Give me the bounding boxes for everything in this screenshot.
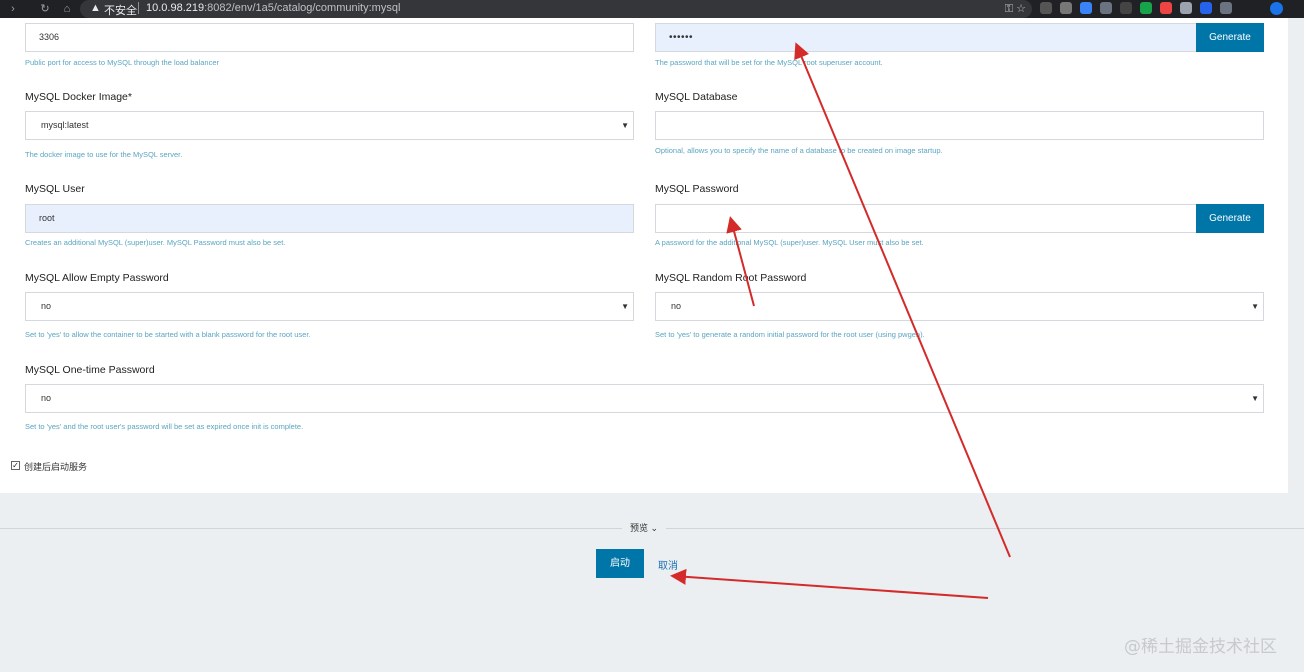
database-label: MySQL Database: [655, 91, 738, 103]
url-separator: [138, 2, 139, 14]
extension-icon[interactable]: [1160, 2, 1172, 14]
docker-image-value: mysql:latest: [41, 120, 89, 130]
public-port-help: Public port for access to MySQL through …: [25, 58, 219, 67]
extension-icon[interactable]: [1060, 2, 1072, 14]
chevron-down-icon: ▼: [621, 121, 629, 130]
launch-button[interactable]: 启动: [596, 549, 644, 578]
extension-icon[interactable]: [1140, 2, 1152, 14]
mysql-user-help: Creates an additional MySQL (super)user.…: [25, 238, 286, 247]
database-help: Optional, allows you to specify the name…: [655, 146, 943, 155]
database-input[interactable]: [655, 111, 1264, 140]
onetime-password-label: MySQL One-time Password: [25, 364, 155, 376]
preview-toggle[interactable]: 预览 ⌄: [622, 521, 667, 534]
allow-empty-password-label: MySQL Allow Empty Password: [25, 272, 169, 284]
onetime-password-help: Set to 'yes' and the root user's passwor…: [25, 422, 304, 431]
url-text[interactable]: 10.0.98.219:8082/env/1a5/catalog/communi…: [146, 2, 400, 14]
mysql-password-input[interactable]: [655, 204, 1197, 233]
insecure-label[interactable]: 不安全: [104, 2, 137, 18]
cancel-link[interactable]: 取消: [658, 557, 678, 572]
extension-icon[interactable]: [1220, 2, 1232, 14]
onetime-password-select[interactable]: no ▼: [25, 384, 1264, 413]
chevron-down-icon: ▼: [1251, 302, 1259, 311]
extension-icon[interactable]: [1180, 2, 1192, 14]
url-path: :8082/env/1a5/catalog/community:mysql: [204, 2, 401, 14]
catalog-form-panel: 3306 Public port for access to MySQL thr…: [0, 18, 1288, 493]
chevron-down-icon: ⌄: [650, 523, 659, 533]
extension-icon[interactable]: [1040, 2, 1052, 14]
generate-password-button[interactable]: Generate: [1196, 204, 1264, 233]
start-after-create-checkbox[interactable]: ✓: [11, 461, 20, 470]
extension-icon[interactable]: [1120, 2, 1132, 14]
public-port-input[interactable]: 3306: [25, 23, 634, 52]
warning-icon: ▲: [90, 2, 101, 14]
root-password-help: The password that will be set for the My…: [655, 58, 883, 67]
generate-root-password-button[interactable]: Generate: [1196, 23, 1264, 52]
mysql-user-label: MySQL User: [25, 183, 85, 195]
random-root-password-label: MySQL Random Root Password: [655, 272, 807, 284]
start-after-create-label[interactable]: 创建后启动服务: [24, 460, 87, 473]
home-icon[interactable]: ⌂: [60, 2, 74, 16]
allow-empty-password-help: Set to 'yes' to allow the container to b…: [25, 330, 311, 339]
extension-icon[interactable]: [1100, 2, 1112, 14]
random-root-password-select[interactable]: no ▼: [655, 292, 1264, 321]
extension-icon[interactable]: [1080, 2, 1092, 14]
mysql-password-help: A password for the additional MySQL (sup…: [655, 238, 924, 247]
arrow-to-cancel: [670, 568, 989, 599]
browser-toolbar: › ↻ ⌂ ▲ 不安全 10.0.98.219:8082/env/1a5/cat…: [0, 0, 1304, 18]
bookmark-star-icon[interactable]: ⚿ ☆: [1005, 2, 1026, 16]
docker-image-label: MySQL Docker Image*: [25, 91, 132, 103]
forward-icon[interactable]: ›: [6, 2, 20, 16]
extension-icon[interactable]: [1200, 2, 1212, 14]
extension-icons: [1040, 2, 1232, 16]
watermark: @稀土掘金技术社区: [1124, 637, 1277, 657]
preview-label: 预览: [630, 523, 649, 533]
profile-avatar[interactable]: [1270, 2, 1283, 15]
root-password-input[interactable]: ••••••: [655, 23, 1197, 52]
allow-empty-password-select[interactable]: no ▼: [25, 292, 634, 321]
docker-image-select[interactable]: mysql:latest ▼: [25, 111, 634, 140]
mysql-user-input[interactable]: root: [25, 204, 634, 233]
allow-empty-password-value: no: [41, 301, 52, 311]
onetime-password-value: no: [41, 393, 52, 403]
mysql-password-label: MySQL Password: [655, 183, 739, 195]
chevron-down-icon: ▼: [1251, 394, 1259, 403]
address-bar[interactable]: ▲ 不安全 10.0.98.219:8082/env/1a5/catalog/c…: [80, 0, 1032, 18]
docker-image-help: The docker image to use for the MySQL se…: [25, 150, 183, 159]
reload-icon[interactable]: ↻: [38, 2, 52, 16]
url-host: 10.0.98.219: [146, 2, 205, 14]
random-root-password-value: no: [671, 301, 682, 311]
random-root-password-help: Set to 'yes' to generate a random initia…: [655, 330, 925, 339]
chevron-down-icon: ▼: [621, 302, 629, 311]
